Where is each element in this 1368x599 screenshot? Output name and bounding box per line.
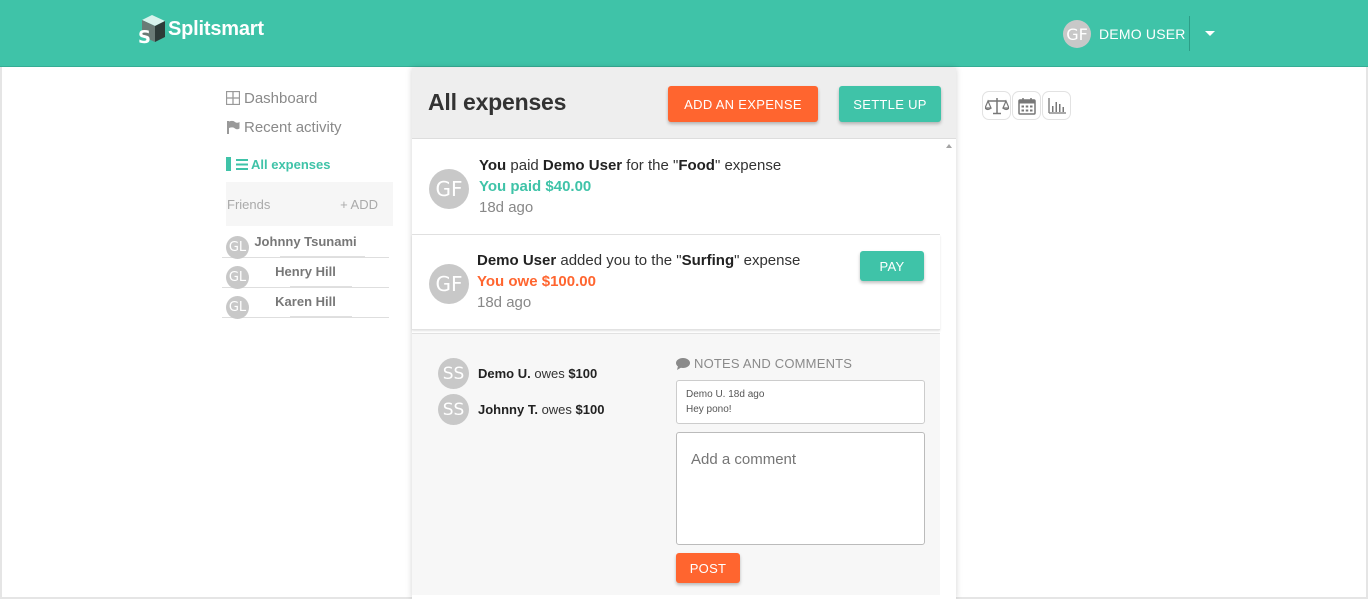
expense-amount: You paid $40.00	[479, 178, 592, 195]
friend-divider	[290, 316, 352, 317]
nav-all-expenses-label: All expenses	[251, 156, 331, 172]
owes-text: owes	[537, 402, 576, 417]
nav-recent-activity-label: Recent activity	[244, 118, 342, 136]
expense-item-name: Food	[678, 157, 715, 174]
expense-list: GF You paid Demo User for the "Food" exp…	[412, 140, 940, 330]
logo-icon: S	[138, 14, 166, 48]
user-menu-divider	[1189, 16, 1190, 51]
top-navbar: S Splitsmart GF DEMO USER	[0, 0, 1368, 67]
brand-name: Splitsmart	[168, 17, 264, 40]
active-indicator	[226, 157, 231, 171]
left-sidebar: Dashboard Recent activity All expenses F…	[222, 87, 394, 319]
comment-text: Hey pono!	[686, 404, 732, 415]
expense-avatar: GF	[429, 169, 469, 209]
friend-name: Karen Hill	[275, 294, 336, 309]
view-tools	[982, 91, 1071, 120]
list-icon	[236, 158, 248, 170]
friend-item[interactable]: GL Johnny Tsunami	[222, 228, 389, 259]
flag-icon	[226, 120, 240, 134]
user-avatar: GF	[1063, 20, 1091, 48]
nav-all-expenses[interactable]: All expenses	[226, 154, 331, 174]
friend-divider	[290, 286, 352, 287]
expense-detail: SS Demo U. owes $100 SS Johnny T. owes $…	[412, 333, 940, 595]
expenses-panel: All expenses ADD AN EXPENSE SETTLE UP GF…	[412, 68, 956, 599]
owes-name: Demo U.	[478, 366, 531, 381]
post-button[interactable]: POST	[676, 553, 740, 583]
expense-text: for the "	[622, 157, 679, 174]
owes-name: Johnny T.	[478, 402, 538, 417]
expense-time: 18d ago	[477, 294, 532, 311]
friends-header: Friends + ADD	[226, 182, 393, 226]
owes-avatar: SS	[438, 358, 469, 389]
friend-name: Henry Hill	[275, 264, 336, 279]
friend-item[interactable]: GL Henry Hill	[222, 258, 389, 289]
scrollbar[interactable]	[943, 140, 956, 599]
friend-item[interactable]: GL Karen Hill	[222, 288, 389, 319]
owes-avatar: SS	[438, 394, 469, 425]
expense-verb: added you to the "	[556, 252, 682, 269]
settle-up-button[interactable]: SETTLE UP	[839, 86, 941, 122]
add-expense-button[interactable]: ADD AN EXPENSE	[668, 86, 818, 122]
expense-amount: You owe $100.00	[477, 273, 596, 290]
owes-text: owes	[530, 366, 569, 381]
expense-actor: Demo User	[477, 252, 557, 269]
expense-verb: paid	[506, 157, 543, 174]
expense-description: You paid Demo User for the "Food" expens…	[479, 157, 781, 174]
notes-label: NOTES AND COMMENTS	[694, 356, 853, 371]
calendar-view-button[interactable]	[1012, 91, 1041, 120]
expense-text-end: " expense	[714, 157, 782, 174]
scroll-up-icon[interactable]	[946, 144, 952, 148]
expense-actor: You	[479, 157, 507, 174]
owes-amount: $100	[568, 366, 598, 381]
grid-icon	[226, 91, 240, 105]
comment-input[interactable]	[676, 432, 925, 545]
balance-view-button[interactable]	[982, 91, 1011, 120]
nav-recent-activity[interactable]: Recent activity	[226, 116, 394, 138]
comment-icon	[676, 357, 690, 370]
expense-target: Demo User	[542, 157, 623, 174]
svg-text:S: S	[138, 27, 151, 44]
expense-item[interactable]: GF Demo User added you to the "Surfing" …	[412, 235, 940, 330]
expense-item-name: Surfing	[681, 252, 735, 269]
owes-amount: $100	[575, 402, 605, 417]
bar-chart-icon	[1047, 97, 1066, 114]
calendar-icon	[1017, 97, 1036, 115]
comment-meta: Demo U. 18d ago	[686, 389, 765, 400]
brand-logo[interactable]: S Splitsmart	[138, 13, 264, 48]
expense-avatar: GF	[429, 264, 469, 304]
expense-text-end: " expense	[734, 252, 801, 269]
comment-item: Demo U. 18d ago Hey pono!	[676, 380, 925, 424]
user-name: DEMO USER	[1099, 26, 1186, 42]
chevron-down-icon[interactable]	[1205, 31, 1215, 36]
friend-divider	[280, 256, 365, 257]
expense-time: 18d ago	[479, 199, 534, 216]
owes-row: SS Johnny T. owes $100	[438, 394, 604, 425]
nav-dashboard-label: Dashboard	[244, 89, 318, 107]
add-friend-button[interactable]: + ADD	[340, 197, 378, 212]
expense-item[interactable]: GF You paid Demo User for the "Food" exp…	[412, 140, 940, 235]
friend-name: Johnny Tsunami	[254, 234, 357, 249]
expense-description: Demo User added you to the "Surfing" exp…	[477, 252, 800, 269]
chart-view-button[interactable]	[1042, 91, 1071, 120]
expenses-header: All expenses ADD AN EXPENSE SETTLE UP	[412, 68, 956, 139]
page-title: All expenses	[428, 89, 567, 115]
friends-label: Friends	[227, 196, 271, 212]
notes-header: NOTES AND COMMENTS	[676, 356, 852, 371]
owes-row: SS Demo U. owes $100	[438, 358, 597, 389]
balance-scale-icon	[984, 97, 1009, 115]
user-menu[interactable]: GF DEMO USER	[1063, 20, 1186, 48]
pay-button[interactable]: PAY	[860, 251, 924, 281]
nav-dashboard[interactable]: Dashboard	[226, 87, 394, 109]
